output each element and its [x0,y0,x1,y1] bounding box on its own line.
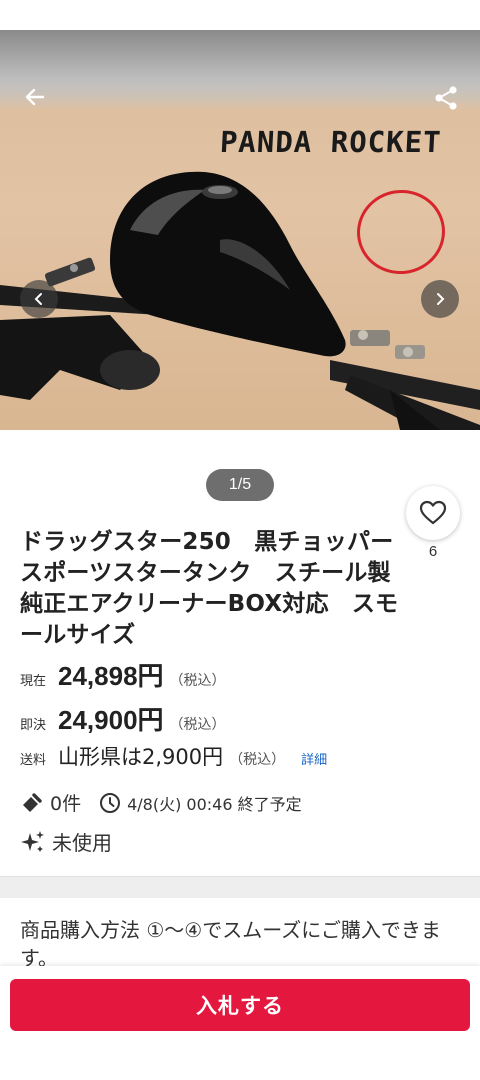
chevron-left-icon [34,293,42,305]
status-bar [0,0,480,30]
arrow-left-icon [25,88,45,106]
share-button[interactable] [430,82,462,114]
shipping-tax: （税込） [229,752,286,768]
clock-icon [100,792,121,813]
image-pager: 1/5 [206,469,274,501]
sparkle-icon [21,830,44,852]
favorite-button[interactable] [406,486,460,540]
back-button[interactable] [20,82,50,112]
bid-button[interactable]: 入札する [10,979,470,1031]
condition-value: 未使用 [52,831,112,855]
shipping-label: 送料 [20,753,47,768]
chevron-right-icon [437,293,445,305]
buyout-price-tax: （税込） [169,717,226,733]
favorite-count: 6 [428,543,438,560]
buyout-price-row: 即決 24,900円 （税込） [20,700,226,737]
shipping-detail-link[interactable]: 詳細 [301,749,327,768]
carousel-prev-button[interactable] [20,280,58,318]
current-price-tax: （税込） [169,673,226,689]
current-price-label: 現在 [20,674,47,689]
condition-row: 未使用 [20,827,112,856]
product-image[interactable]: PANDA ROCKET [0,30,480,430]
brand-watermark: PANDA ROCKET [219,125,443,159]
buyout-price: 24,900円 [58,705,164,735]
heart-icon [419,500,447,525]
purchase-guide-text: 商品購入方法 ①〜④でスムーズにご購入できます。 [20,918,441,970]
shipping-value: 山形県は2,900円 [58,745,224,769]
buyout-price-label: 即決 [20,718,47,733]
gavel-icon [23,792,42,812]
auction-meta: 0件 4/8(火) 00:46 終了予定 [20,789,302,816]
end-time: 4/8(火) 00:46 終了予定 [127,794,302,814]
share-icon [435,86,457,110]
carousel-next-button[interactable] [421,280,459,318]
section-divider [0,876,480,898]
current-price-row: 現在 24,898円 （税込） [20,656,226,693]
shipping-row: 送料 山形県は2,900円 （税込） 詳細 [20,741,327,771]
item-title: ドラッグスター250 黒チョッパースポーツスタータンク スチール製 純正エアクリ… [20,529,414,648]
current-price: 24,898円 [58,661,164,691]
bid-count: 0件 [50,793,82,815]
